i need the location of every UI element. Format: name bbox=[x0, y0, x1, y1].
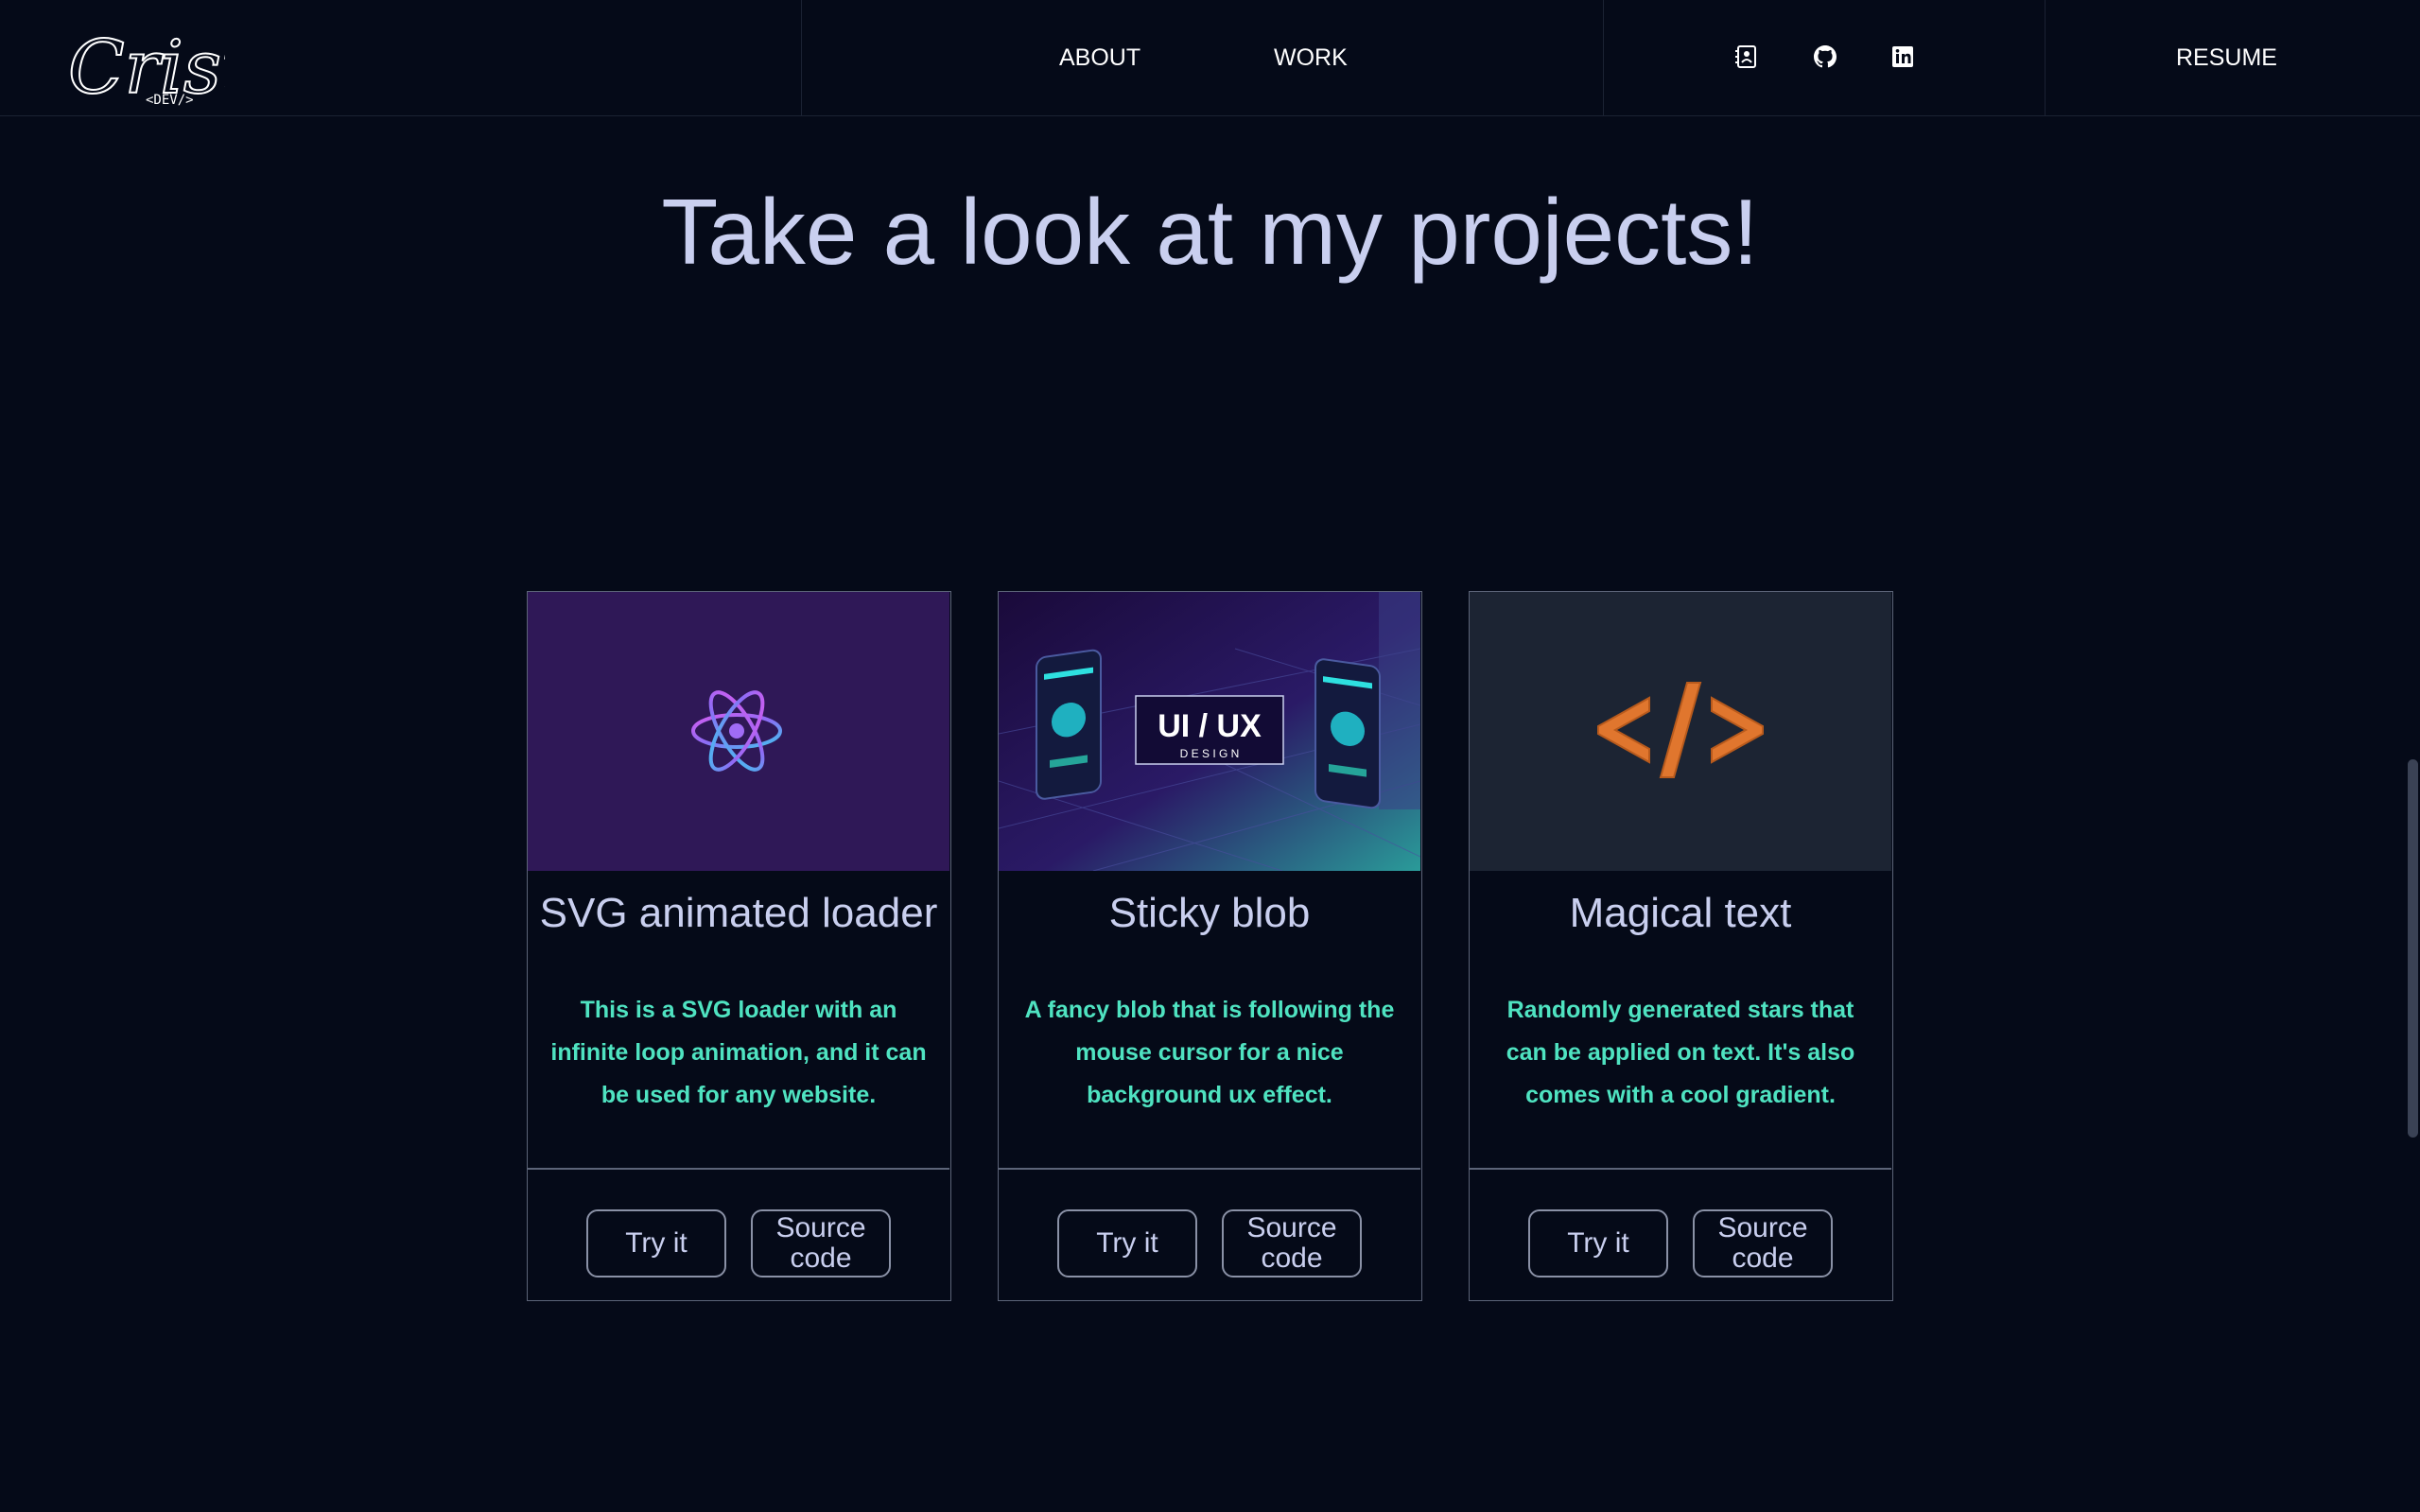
try-it-button[interactable]: Try it bbox=[1528, 1209, 1668, 1277]
project-description: Randomly generated stars that can be app… bbox=[1506, 997, 1855, 1108]
card-divider bbox=[528, 1168, 949, 1170]
cristi-dev-logo[interactable]: Cristi <DEV/> bbox=[64, 9, 275, 112]
header-divider bbox=[801, 0, 802, 116]
project-image bbox=[1470, 592, 1891, 871]
ui-ux-design-illustration: UI / UX D E S I G N bbox=[999, 592, 1420, 871]
project-card: UI / UX D E S I G N Sticky blob A fancy … bbox=[998, 591, 1422, 1301]
source-code-button[interactable]: Source code bbox=[1222, 1209, 1362, 1277]
page-title: Take a look at my projects! bbox=[661, 180, 1759, 284]
nav-work-link[interactable]: WORK bbox=[1274, 43, 1348, 72]
svg-text:D E S I G N: D E S I G N bbox=[1180, 747, 1240, 760]
project-image bbox=[528, 592, 949, 871]
try-it-button[interactable]: Try it bbox=[586, 1209, 726, 1277]
contact-card-icon[interactable] bbox=[1732, 43, 1761, 71]
card-divider bbox=[1470, 1168, 1891, 1170]
project-card: Magical text Randomly generated stars th… bbox=[1469, 591, 1893, 1301]
code-brackets-icon bbox=[1470, 592, 1891, 871]
scrollbar-thumb[interactable] bbox=[2408, 759, 2418, 1138]
github-icon[interactable] bbox=[1811, 43, 1839, 71]
site-header: Cristi <DEV/> ABOUT WORK RESUME bbox=[0, 0, 2420, 116]
header-divider bbox=[2045, 0, 2046, 116]
react-atom-icon bbox=[528, 592, 949, 871]
project-image: UI / UX D E S I G N bbox=[999, 592, 1420, 871]
project-description: A fancy blob that is following the mouse… bbox=[1024, 997, 1395, 1108]
svg-text:<DEV/>: <DEV/> bbox=[146, 93, 194, 108]
source-code-button[interactable]: Source code bbox=[751, 1209, 891, 1277]
source-code-button[interactable]: Source code bbox=[1693, 1209, 1833, 1277]
project-title: SVG animated loader bbox=[539, 890, 938, 936]
project-title: Magical text bbox=[1569, 890, 1792, 936]
svg-text:UI / UX: UI / UX bbox=[1158, 708, 1262, 744]
linkedin-icon[interactable] bbox=[1889, 43, 1917, 71]
project-description: This is a SVG loader with an infinite lo… bbox=[550, 997, 927, 1108]
resume-link[interactable]: RESUME bbox=[2176, 43, 2277, 72]
nav-about-link[interactable]: ABOUT bbox=[1059, 43, 1140, 72]
project-card: SVG animated loader This is a SVG loader… bbox=[527, 591, 951, 1301]
project-title: Sticky blob bbox=[1108, 890, 1311, 936]
try-it-button[interactable]: Try it bbox=[1057, 1209, 1197, 1277]
header-divider bbox=[1603, 0, 1604, 116]
card-divider bbox=[999, 1168, 1420, 1170]
